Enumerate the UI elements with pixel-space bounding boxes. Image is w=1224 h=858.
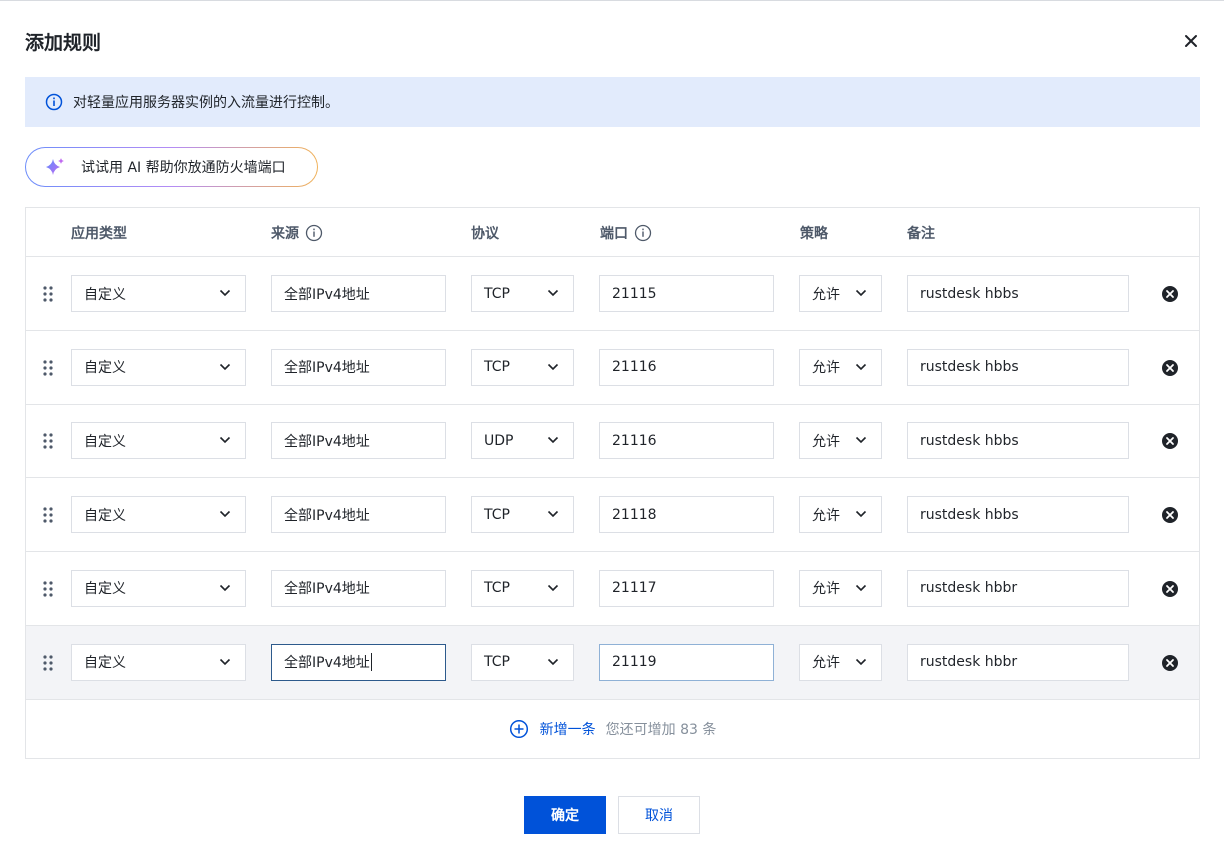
- policy-select[interactable]: 允许: [799, 496, 882, 534]
- col-source: 来源: [271, 223, 323, 243]
- protocol-select[interactable]: TCP: [471, 348, 574, 386]
- info-circle-icon: [45, 93, 63, 111]
- plus-circle-icon: [509, 719, 528, 739]
- source-input[interactable]: 全部IPv4地址: [271, 496, 446, 534]
- chevron-down-icon: [219, 437, 231, 444]
- table-row: 自定义 全部IPv4地址 TCP 21115 允许 rustdesk hbbs: [26, 257, 1199, 331]
- chevron-down-icon: [219, 511, 231, 518]
- protocol-select[interactable]: TCP: [471, 496, 574, 534]
- delete-row-icon[interactable]: [1161, 506, 1179, 524]
- chevron-down-icon: [219, 363, 231, 370]
- chevron-down-icon: [547, 511, 559, 518]
- app-type-select[interactable]: 自定义: [71, 348, 246, 386]
- protocol-select[interactable]: TCP: [471, 569, 574, 607]
- policy-select[interactable]: 允许: [799, 422, 882, 460]
- source-input[interactable]: 全部IPv4地址: [271, 643, 446, 681]
- chevron-down-icon: [855, 363, 867, 370]
- delete-row-icon[interactable]: [1161, 654, 1179, 672]
- table-row: 自定义 全部IPv4地址 TCP 21118 允许 rustdesk hbbs: [26, 478, 1199, 553]
- source-input[interactable]: 全部IPv4地址: [271, 275, 446, 312]
- text-cursor: [370, 653, 372, 671]
- app-type-select[interactable]: 自定义: [71, 496, 246, 534]
- remark-input[interactable]: rustdesk hbbr: [907, 569, 1129, 607]
- app-type-select[interactable]: 自定义: [71, 275, 246, 312]
- info-text: 对轻量应用服务器实例的入流量进行控制。: [73, 95, 339, 111]
- chevron-down-icon: [547, 658, 559, 665]
- info-banner: 对轻量应用服务器实例的入流量进行控制。: [25, 77, 1200, 127]
- table-row: 自定义 全部IPv4地址 TCP 21116 允许 rustdesk hbbs: [26, 331, 1199, 405]
- col-protocol: 协议: [471, 226, 499, 242]
- chevron-down-icon: [855, 658, 867, 665]
- add-rule-label: 新增一条: [539, 722, 596, 738]
- cancel-button[interactable]: 取消: [618, 796, 700, 834]
- remaining-count: 您还可增加 83 条: [605, 722, 717, 738]
- close-icon[interactable]: [1180, 30, 1202, 52]
- add-rule-button[interactable]: 新增一条: [509, 719, 596, 739]
- chevron-down-icon: [219, 658, 231, 665]
- app-type-select[interactable]: 自定义: [71, 569, 246, 607]
- port-input[interactable]: 21117: [599, 569, 774, 607]
- table-row: 自定义 全部IPv4地址 TCP 21119 允许 rustdesk hbbr: [26, 625, 1199, 700]
- table-row: 自定义 全部IPv4地址 TCP 21117 允许 rustdesk hbbr: [26, 552, 1199, 626]
- app-type-select[interactable]: 自定义: [71, 643, 246, 681]
- source-input[interactable]: 全部IPv4地址: [271, 422, 446, 460]
- port-input[interactable]: 21116: [599, 348, 774, 386]
- chevron-down-icon: [547, 289, 559, 297]
- table-header: 应用类型 来源 协议 端口 策略 备注: [26, 208, 1199, 257]
- source-input[interactable]: 全部IPv4地址: [271, 348, 446, 386]
- port-input[interactable]: 21118: [599, 496, 774, 534]
- remark-input[interactable]: rustdesk hbbs: [907, 496, 1129, 534]
- policy-select[interactable]: 允许: [799, 569, 882, 607]
- port-input[interactable]: 21115: [599, 275, 774, 312]
- app-type-select[interactable]: 自定义: [71, 422, 246, 460]
- chevron-down-icon: [855, 437, 867, 444]
- rules-table: 应用类型 来源 协议 端口 策略 备注 自定义 全部IPv4地址 TCP 211…: [25, 207, 1200, 759]
- chevron-down-icon: [547, 584, 559, 591]
- source-input[interactable]: 全部IPv4地址: [271, 569, 446, 607]
- chevron-down-icon: [219, 584, 231, 591]
- col-remark: 备注: [907, 226, 935, 242]
- drag-handle-icon[interactable]: [42, 506, 54, 524]
- drag-handle-icon[interactable]: [42, 432, 54, 450]
- drag-handle-icon[interactable]: [42, 580, 54, 598]
- delete-row-icon[interactable]: [1161, 580, 1179, 598]
- remark-input[interactable]: rustdesk hbbs: [907, 348, 1129, 386]
- info-circle-icon[interactable]: [634, 224, 652, 242]
- policy-select[interactable]: 允许: [799, 275, 882, 312]
- drag-handle-icon[interactable]: [42, 285, 54, 303]
- delete-row-icon[interactable]: [1161, 432, 1179, 450]
- protocol-select[interactable]: TCP: [471, 643, 574, 681]
- chevron-down-icon: [855, 584, 867, 591]
- chevron-down-icon: [855, 511, 867, 518]
- delete-row-icon[interactable]: [1161, 285, 1179, 303]
- remark-input[interactable]: rustdesk hbbs: [907, 275, 1129, 312]
- chevron-down-icon: [855, 289, 867, 297]
- chevron-down-icon: [547, 437, 559, 444]
- add-rule-area: 新增一条 您还可增加 83 条: [26, 700, 1199, 758]
- table-row: 自定义 全部IPv4地址 UDP 21116 允许 rustdesk hbbs: [26, 404, 1199, 479]
- remark-input[interactable]: rustdesk hbbs: [907, 422, 1129, 460]
- chevron-down-icon: [547, 363, 559, 370]
- col-policy: 策略: [800, 226, 828, 242]
- protocol-select[interactable]: UDP: [471, 422, 574, 460]
- drag-handle-icon[interactable]: [42, 654, 54, 672]
- ai-assist-button[interactable]: 试试用 AI 帮助你放通防火墙端口: [25, 147, 318, 187]
- col-port: 端口: [600, 223, 652, 243]
- chevron-down-icon: [219, 289, 231, 297]
- sparkle-icon: [46, 158, 64, 175]
- col-app-type: 应用类型: [71, 226, 127, 242]
- drag-handle-icon[interactable]: [42, 359, 54, 377]
- delete-row-icon[interactable]: [1161, 359, 1179, 377]
- confirm-button[interactable]: 确定: [524, 796, 606, 834]
- remark-input[interactable]: rustdesk hbbr: [907, 643, 1129, 681]
- port-input[interactable]: 21116: [599, 422, 774, 460]
- policy-select[interactable]: 允许: [799, 348, 882, 386]
- ai-assist-label: 试试用 AI 帮助你放通防火墙端口: [81, 160, 286, 176]
- info-circle-icon[interactable]: [305, 224, 323, 242]
- port-input[interactable]: 21119: [599, 643, 774, 681]
- add-rule-dialog: 添加规则 对轻量应用服务器实例的入流量进行控制。 试试用 AI 帮助你放通防火墙…: [0, 0, 1224, 858]
- policy-select[interactable]: 允许: [799, 643, 882, 681]
- dialog-title: 添加规则: [25, 32, 102, 54]
- protocol-select[interactable]: TCP: [471, 275, 574, 312]
